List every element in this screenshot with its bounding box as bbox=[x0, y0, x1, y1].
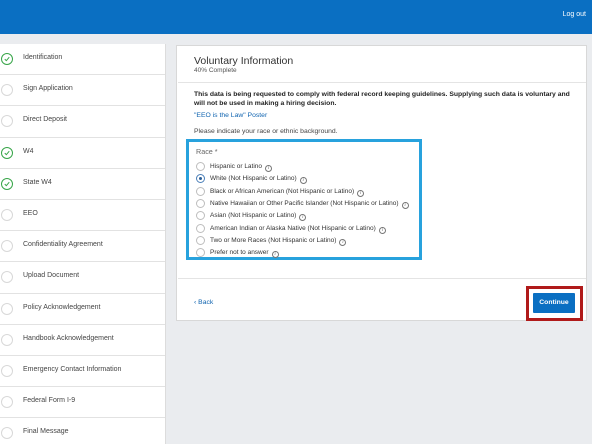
radio-button[interactable] bbox=[196, 186, 205, 196]
sidebar-item-label: Policy Acknowledgement bbox=[23, 303, 101, 311]
race-option-hispanic[interactable]: Hispanic or Latino i bbox=[196, 161, 420, 172]
empty-circle-icon bbox=[1, 208, 13, 221]
page-title: Voluntary Information bbox=[194, 55, 294, 67]
sidebar-item-label: Identification bbox=[23, 54, 63, 61]
check-circle-icon bbox=[1, 53, 13, 65]
sidebar-item-state-w4[interactable]: State W4 bbox=[0, 169, 165, 200]
sidebar-item-sign-application[interactable]: Sign Application bbox=[0, 75, 165, 107]
sidebar-item-direct-deposit[interactable]: Direct Deposit bbox=[0, 106, 165, 138]
race-prompt: Please indicate your race or ethnic back… bbox=[194, 128, 338, 135]
checkmark-icon bbox=[4, 181, 10, 187]
race-label: Race * bbox=[196, 147, 218, 156]
sidebar-item-label: W4 bbox=[23, 147, 34, 155]
race-option-label: Two or More Races (Not Hispanic or Latin… bbox=[210, 236, 337, 244]
radio-button[interactable] bbox=[196, 211, 205, 221]
compliance-notice: This data is being requested to comply w… bbox=[194, 91, 570, 107]
race-option-native-american[interactable]: American Indian or Alaska Native (Not Hi… bbox=[196, 223, 420, 234]
sidebar-item-label: Emergency Contact Information bbox=[23, 365, 122, 373]
info-icon[interactable]: i bbox=[401, 201, 409, 209]
sidebar-item-final-message[interactable]: Final Message bbox=[0, 418, 165, 444]
sidebar-item-w4[interactable]: W4 bbox=[0, 138, 165, 169]
check-circle-icon bbox=[1, 177, 13, 190]
empty-circle-icon bbox=[1, 427, 13, 440]
sidebar: Identification Sign Application Direct D… bbox=[0, 44, 166, 444]
radio-button[interactable] bbox=[196, 198, 205, 208]
sidebar-item-label: EEO bbox=[23, 209, 38, 217]
voluntary-info-card: Voluntary Information 40% Complete This … bbox=[176, 45, 587, 321]
continue-highlight: Continue bbox=[526, 286, 583, 321]
race-option-white[interactable]: White (Not Hispanic or Latino) i bbox=[196, 173, 420, 185]
radio-button-selected[interactable] bbox=[196, 174, 205, 184]
sidebar-item-label: Upload Document bbox=[23, 272, 80, 280]
race-option-label: Hispanic or Latino bbox=[210, 163, 263, 170]
sidebar-item-handbook-acknowledgement[interactable]: Handbook Acknowledgement bbox=[0, 325, 165, 356]
sidebar-item-label: Final Message bbox=[23, 428, 69, 436]
sidebar-item-label: Federal Form I-9 bbox=[23, 397, 76, 405]
check-circle-icon bbox=[1, 146, 13, 159]
checkmark-icon bbox=[4, 150, 10, 155]
sidebar-item-confidentiality-agreement[interactable]: Confidentiality Agreement bbox=[0, 231, 165, 263]
race-option-label: Black or African American (Not Hispanic … bbox=[210, 187, 355, 195]
progress-text: 40% Complete bbox=[194, 67, 237, 74]
radio-button[interactable] bbox=[196, 235, 205, 245]
back-label: Back bbox=[198, 299, 214, 306]
checkmark-icon bbox=[4, 56, 10, 62]
race-option-two-or-more[interactable]: Two or More Races (Not Hispanic or Latin… bbox=[196, 235, 420, 246]
race-option-label: Native Hawaiian or Other Pacific Islande… bbox=[210, 199, 399, 207]
sidebar-item-federal-form-i9[interactable]: Federal Form I-9 bbox=[0, 387, 165, 419]
race-field-group: Race * Hispanic or Latino i White (Not Hi… bbox=[186, 139, 422, 260]
sidebar-item-label: Handbook Acknowledgement bbox=[23, 334, 114, 342]
empty-circle-icon bbox=[1, 364, 13, 377]
race-option-label: Prefer not to answer bbox=[210, 249, 269, 257]
eeo-poster-link[interactable]: "EEO is the Law" Poster bbox=[194, 112, 267, 119]
info-icon[interactable]: i bbox=[265, 165, 273, 172]
sidebar-item-label: Direct Deposit bbox=[23, 116, 67, 124]
empty-circle-icon bbox=[1, 396, 13, 409]
empty-circle-icon bbox=[1, 84, 13, 97]
race-option-pacific-islander[interactable]: Native Hawaiian or Other Pacific Islande… bbox=[196, 198, 420, 209]
radio-button[interactable] bbox=[196, 223, 205, 233]
info-icon[interactable]: i bbox=[271, 251, 279, 259]
info-icon[interactable]: i bbox=[299, 177, 307, 185]
race-option-label: Asian (Not Hispanic or Latino) bbox=[210, 212, 297, 220]
sidebar-item-label: Sign Application bbox=[23, 85, 73, 93]
empty-circle-icon bbox=[1, 115, 13, 128]
sidebar-item-label: Confidentiality Agreement bbox=[23, 241, 103, 249]
back-button[interactable]: ‹ Back bbox=[194, 299, 213, 306]
race-option-asian[interactable]: Asian (Not Hispanic or Latino) i bbox=[196, 210, 420, 222]
sidebar-item-upload-document[interactable]: Upload Document bbox=[0, 262, 165, 294]
divider bbox=[178, 278, 586, 279]
race-option-label: White (Not Hispanic or Latino) bbox=[210, 175, 297, 183]
sidebar-item-label: State W4 bbox=[23, 178, 52, 186]
info-icon[interactable]: i bbox=[299, 214, 307, 222]
info-icon[interactable]: i bbox=[378, 226, 386, 234]
empty-circle-icon bbox=[1, 333, 13, 346]
empty-circle-icon bbox=[1, 302, 13, 315]
radio-button[interactable] bbox=[196, 248, 205, 258]
sidebar-item-emergency-contact[interactable]: Emergency Contact Information bbox=[0, 356, 165, 388]
race-option-label: American Indian or Alaska Native (Not Hi… bbox=[210, 224, 376, 232]
radio-button[interactable] bbox=[196, 162, 205, 171]
info-icon[interactable]: i bbox=[339, 238, 347, 246]
empty-circle-icon bbox=[1, 271, 13, 284]
chevron-left-icon: ‹ bbox=[194, 299, 197, 306]
info-icon[interactable]: i bbox=[357, 189, 365, 197]
top-bar: Log out bbox=[0, 0, 592, 34]
race-option-black[interactable]: Black or African American (Not Hispanic … bbox=[196, 186, 420, 197]
sidebar-item-policy-acknowledgement[interactable]: Policy Acknowledgement bbox=[0, 294, 165, 325]
sidebar-item-identification[interactable]: Identification bbox=[0, 44, 165, 76]
empty-circle-icon bbox=[1, 240, 13, 253]
sidebar-item-eeo[interactable]: EEO bbox=[0, 200, 165, 232]
race-option-prefer-not[interactable]: Prefer not to answer i bbox=[196, 247, 420, 259]
logout-link[interactable]: Log out bbox=[563, 11, 586, 18]
continue-button[interactable]: Continue bbox=[533, 293, 575, 313]
divider bbox=[178, 82, 586, 83]
